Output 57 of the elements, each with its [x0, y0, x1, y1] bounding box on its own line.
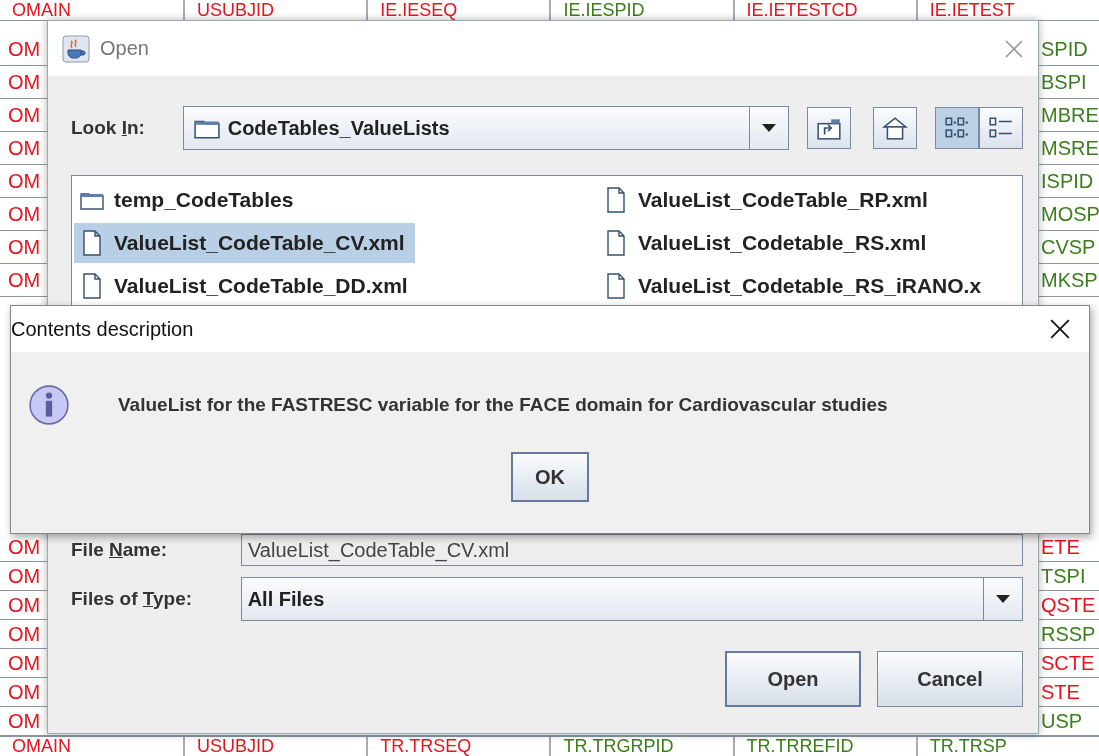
- caret-icon: [762, 124, 776, 132]
- cancel-button[interactable]: Cancel: [877, 651, 1023, 707]
- table-cell: USUBJID: [183, 737, 367, 756]
- table-cell-text: OM: [7, 680, 41, 704]
- table-cell: TR.TRGRPID: [549, 737, 733, 756]
- table-cell-text: OM: [7, 169, 41, 193]
- info-icon: [28, 384, 70, 426]
- list-view-button[interactable]: [935, 107, 979, 149]
- look-in-dropdown[interactable]: CodeTables_ValueLists: [182, 106, 789, 150]
- table-cell-text: OM: [7, 651, 41, 675]
- files-of-type-label: Files of Type:: [71, 588, 194, 610]
- look-in-label: Look In:: [71, 117, 146, 139]
- table-cell-text: OMAIN: [11, 737, 72, 756]
- table-cell-text: OM: [7, 202, 41, 226]
- file-icon: [80, 273, 104, 299]
- details-view-button[interactable]: [979, 107, 1023, 149]
- file-name-field[interactable]: ValueList_CodeTable_CV.xml: [241, 534, 1023, 566]
- file-icon: [604, 273, 628, 299]
- table-cell-text: OM: [7, 593, 41, 617]
- home-icon: [882, 115, 908, 141]
- open-button[interactable]: Open: [725, 651, 861, 707]
- table-cell-text: OM: [7, 268, 41, 292]
- dialog-title: Contents description: [11, 317, 195, 341]
- table-cell-text: OM: [7, 103, 41, 127]
- files-of-type-value: All Files: [247, 587, 326, 611]
- window-title: Open: [100, 37, 150, 60]
- table-cell-text: OM: [7, 235, 41, 259]
- ok-button[interactable]: OK: [511, 452, 589, 502]
- table-cell: TR.TRSP: [915, 737, 1099, 756]
- table-cell-text: OM: [7, 709, 41, 733]
- table-cell-text: OM: [7, 37, 41, 61]
- file-list-item[interactable]: ValueList_Codetable_RS.xml: [598, 223, 937, 263]
- table-cell-text: OM: [7, 564, 41, 588]
- file-list-item[interactable]: temp_CodeTables: [74, 180, 304, 220]
- table-cell-text: OM: [7, 622, 41, 646]
- file-list-item[interactable]: ValueList_CodeTable_CV.xml: [74, 223, 415, 263]
- table-cell-text: OMAIN: [11, 0, 72, 20]
- caret-icon: [996, 595, 1010, 603]
- file-icon: [80, 230, 104, 256]
- close-icon[interactable]: [1049, 318, 1071, 340]
- table-cell: TR.TRREFID: [732, 737, 916, 756]
- file-name-label: File Name:: [71, 539, 169, 561]
- home-button[interactable]: [873, 107, 917, 149]
- table-cell-text: OM: [7, 70, 41, 94]
- files-of-type-dropdown[interactable]: All Files: [240, 577, 1023, 621]
- file-icon: [604, 230, 628, 256]
- file-icon: [604, 187, 628, 213]
- message-text: ValueList for the FASTRESC variable for the FACE domain for Cardiovascular studies: [118, 394, 888, 416]
- up-folder-button[interactable]: [807, 107, 851, 149]
- table-cell-text: OM: [7, 136, 41, 160]
- file-list-item[interactable]: ValueList_CodeTable_DD.xml: [74, 266, 418, 306]
- file-list-item[interactable]: ValueList_Codetable_RS_iRANO.x: [598, 266, 992, 306]
- look-in-value: CodeTables_ValueLists: [227, 116, 451, 140]
- table-cell: TR.TRSEQ: [366, 737, 550, 756]
- file-list-item[interactable]: ValueList_CodeTable_RP.xml: [598, 180, 938, 220]
- coffee-cup-icon: [62, 34, 90, 63]
- table-cell-text: OM: [7, 535, 41, 559]
